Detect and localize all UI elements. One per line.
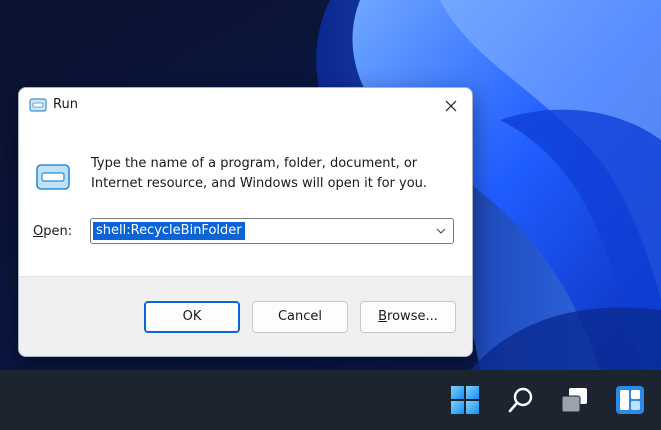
open-combobox[interactable]: shell:RecycleBinFolder — [90, 218, 454, 244]
dialog-description: Type the name of a program, folder, docu… — [91, 156, 428, 191]
open-input-value[interactable]: shell:RecycleBinFolder — [93, 222, 245, 240]
dialog-body: Type the name of a program, folder, docu… — [19, 124, 472, 276]
dialog-title: Run — [53, 97, 78, 112]
widgets-icon[interactable] — [614, 384, 646, 416]
run-icon — [29, 98, 47, 112]
chevron-down-icon[interactable] — [435, 225, 447, 237]
open-label: Open: — [33, 224, 72, 239]
search-icon[interactable] — [505, 384, 537, 416]
taskbar — [0, 370, 661, 430]
title-bar[interactable]: Run — [19, 88, 472, 124]
dialog-footer: OK Cancel Browse... — [19, 276, 472, 356]
browse-mnemonic: B — [378, 309, 388, 324]
browse-button[interactable]: Browse... — [360, 301, 456, 333]
open-label-mnemonic: O — [33, 224, 44, 239]
cancel-button[interactable]: Cancel — [252, 301, 348, 333]
windows-start-icon[interactable] — [449, 384, 481, 416]
open-label-text: pen: — [43, 224, 73, 239]
close-button[interactable] — [438, 94, 464, 118]
ok-button[interactable]: OK — [144, 301, 240, 333]
run-program-icon — [36, 164, 70, 190]
run-dialog: Run Type the name of a program, folder, … — [18, 87, 473, 357]
close-icon — [445, 100, 457, 112]
browse-label: rowse... — [387, 309, 438, 324]
task-view-icon[interactable] — [559, 384, 591, 416]
